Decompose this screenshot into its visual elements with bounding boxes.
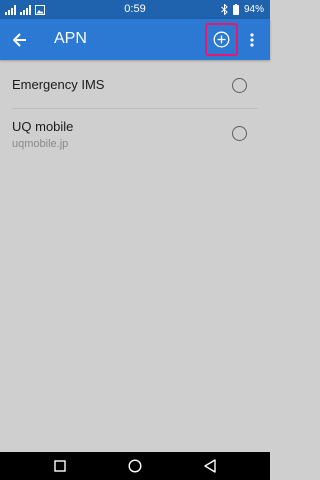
arrow-back-icon [13, 33, 26, 47]
add-circle-icon [213, 31, 230, 48]
app-bar: APN [0, 19, 270, 60]
status-icons-right: 94% [221, 3, 264, 16]
page-title: APN [54, 30, 87, 47]
battery-percentage: 94% [243, 4, 264, 15]
apn-list: Emergency IMS UQ mobile uqmobile.jp [0, 60, 270, 166]
more-vert-icon [250, 33, 254, 47]
triangle-back-icon [204, 459, 216, 473]
circle-icon [128, 459, 142, 473]
apn-detail: uqmobile.jp [12, 138, 69, 150]
recents-button[interactable] [51, 457, 69, 475]
more-options-button[interactable] [244, 26, 260, 54]
battery-icon [232, 4, 239, 15]
back-button[interactable] [6, 26, 34, 54]
add-apn-button[interactable] [205, 23, 238, 56]
list-divider [12, 108, 258, 109]
apn-radio-button[interactable] [232, 126, 247, 141]
navigation-bar [0, 452, 270, 480]
apn-radio-button[interactable] [232, 78, 247, 93]
apn-name: UQ mobile [12, 119, 74, 134]
apn-item-uq-mobile[interactable]: UQ mobile uqmobile.jp [0, 110, 270, 166]
status-bar: 0:59 94% [0, 0, 270, 19]
apn-item-emergency-ims[interactable]: Emergency IMS [0, 60, 270, 110]
home-button[interactable] [126, 457, 144, 475]
bluetooth-icon [221, 4, 228, 15]
apn-name: Emergency IMS [12, 77, 105, 92]
back-nav-button[interactable] [201, 457, 219, 475]
square-icon [54, 460, 66, 472]
